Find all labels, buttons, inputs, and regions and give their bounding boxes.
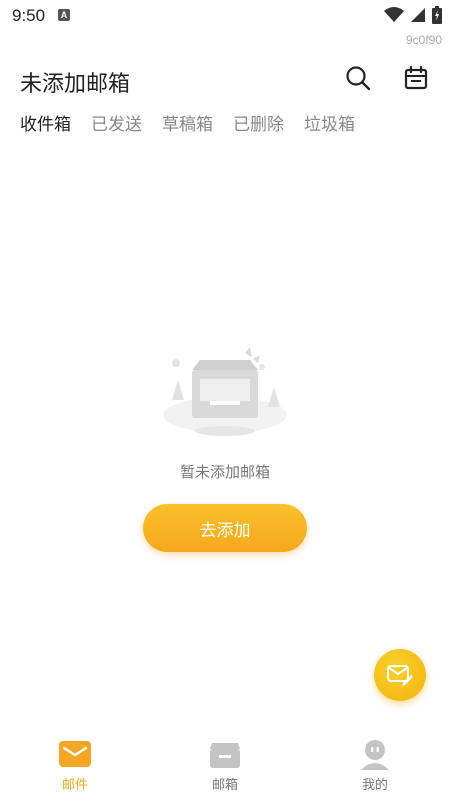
tab-sent[interactable]: 已发送 bbox=[91, 110, 142, 135]
calendar-icon bbox=[404, 65, 428, 90]
tab-deleted[interactable]: 已删除 bbox=[233, 110, 284, 135]
nav-item-profile[interactable]: 我的 bbox=[300, 728, 450, 801]
battery-icon bbox=[432, 6, 442, 24]
empty-mailbox-illustration bbox=[163, 347, 287, 436]
mailbox-icon bbox=[208, 738, 242, 770]
status-bar: 9:50 A bbox=[0, 0, 450, 32]
status-time: 9:50 bbox=[12, 6, 46, 25]
nav-item-mail[interactable]: 邮件 bbox=[0, 728, 150, 801]
empty-message: 暂未添加邮箱 bbox=[179, 463, 270, 481]
mail-icon bbox=[58, 738, 92, 770]
signal-icon bbox=[411, 8, 425, 22]
search-icon bbox=[346, 66, 371, 91]
add-mailbox-button[interactable]: 去添加 bbox=[143, 504, 307, 552]
app-notification-icon: A bbox=[58, 9, 70, 21]
bottom-navigation: 邮件 邮箱 我的 bbox=[0, 728, 450, 801]
compose-button[interactable] bbox=[374, 649, 426, 701]
nav-label-profile: 我的 bbox=[361, 778, 388, 793]
mail-folder-tabs: 收件箱 已发送 草稿箱 已删除 垃圾箱 bbox=[20, 110, 355, 135]
nav-item-mailbox[interactable]: 邮箱 bbox=[150, 728, 300, 801]
status-icons bbox=[384, 6, 442, 24]
wifi-icon bbox=[384, 7, 404, 22]
tab-inbox[interactable]: 收件箱 bbox=[20, 110, 71, 135]
tab-drafts[interactable]: 草稿箱 bbox=[162, 110, 213, 135]
page-title: 未添加邮箱 bbox=[20, 72, 131, 97]
nav-label-mail: 邮件 bbox=[61, 778, 88, 793]
calendar-button[interactable] bbox=[402, 64, 430, 92]
tab-junk[interactable]: 垃圾箱 bbox=[304, 110, 355, 135]
title-bar: 未添加邮箱 bbox=[0, 58, 450, 104]
compose-mail-icon bbox=[387, 665, 413, 686]
nav-label-mailbox: 邮箱 bbox=[211, 778, 238, 793]
search-button[interactable] bbox=[344, 64, 372, 92]
build-tag: 9c0f90 bbox=[405, 33, 442, 47]
profile-icon bbox=[358, 738, 392, 770]
